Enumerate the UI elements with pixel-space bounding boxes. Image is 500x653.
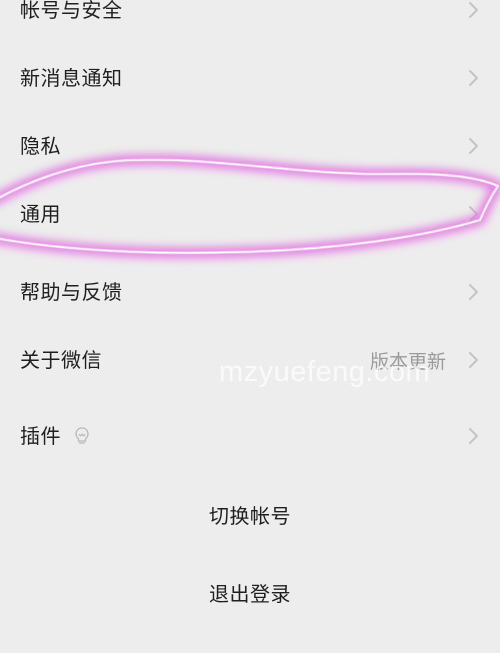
settings-item-label: 帮助与反馈 [20, 280, 123, 304]
settings-item-about-wechat[interactable]: 关于微信 版本更新 [0, 330, 500, 390]
settings-item-help-feedback[interactable]: 帮助与反馈 [0, 262, 500, 322]
chevron-right-icon [469, 284, 478, 300]
settings-item-right [468, 69, 500, 87]
lightbulb-icon [75, 427, 89, 444]
settings-item-label: 通用 [20, 202, 61, 226]
chevron-right-icon [469, 206, 478, 222]
settings-item-right [468, 205, 500, 223]
settings-item-label: 新消息通知 [20, 66, 123, 90]
switch-account-button[interactable]: 切换帐号 [0, 486, 500, 542]
settings-item-right [468, 137, 500, 155]
settings-item-label: 隐私 [20, 134, 61, 158]
chevron-right-icon [469, 428, 478, 444]
settings-item-label: 插件 [20, 424, 61, 448]
settings-item-label: 关于微信 [20, 348, 102, 372]
chevron-right-icon [469, 2, 478, 18]
settings-item-right [468, 1, 500, 19]
settings-item-privacy[interactable]: 隐私 [0, 116, 500, 176]
settings-screen: 帐号与安全 新消息通知 隐私 通用 帮助与反馈 关于微信 版本更新 插件 切换帐… [0, 0, 500, 653]
settings-item-label: 帐号与安全 [20, 0, 123, 22]
chevron-right-icon [469, 70, 478, 86]
settings-item-new-message-notification[interactable]: 新消息通知 [0, 48, 500, 108]
settings-item-general[interactable]: 通用 [0, 184, 500, 244]
settings-item-right: 版本更新 [370, 347, 500, 374]
version-update-text: 版本更新 [369, 350, 446, 373]
chevron-right-icon [469, 138, 478, 154]
settings-item-plugins[interactable]: 插件 [0, 406, 500, 466]
settings-item-account-security[interactable]: 帐号与安全 [0, 0, 500, 40]
chevron-right-icon [469, 352, 478, 368]
settings-item-right [468, 283, 500, 301]
logout-button[interactable]: 退出登录 [0, 564, 500, 620]
settings-item-right [468, 427, 500, 445]
